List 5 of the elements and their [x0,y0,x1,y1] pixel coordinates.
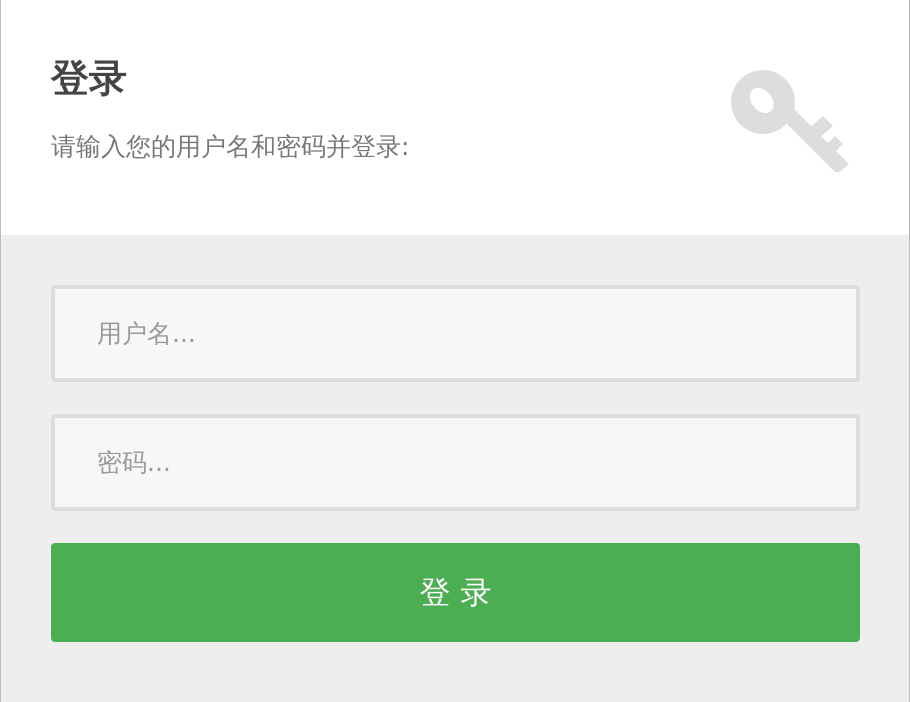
username-field[interactable]: 用户名... [51,285,860,382]
form-subtitle: 请输入您的用户名和密码并登录: [51,131,410,163]
login-button[interactable]: 登 录 [51,543,860,642]
password-field[interactable]: 密码... [51,414,860,511]
form-title: 登录 [51,55,128,102]
